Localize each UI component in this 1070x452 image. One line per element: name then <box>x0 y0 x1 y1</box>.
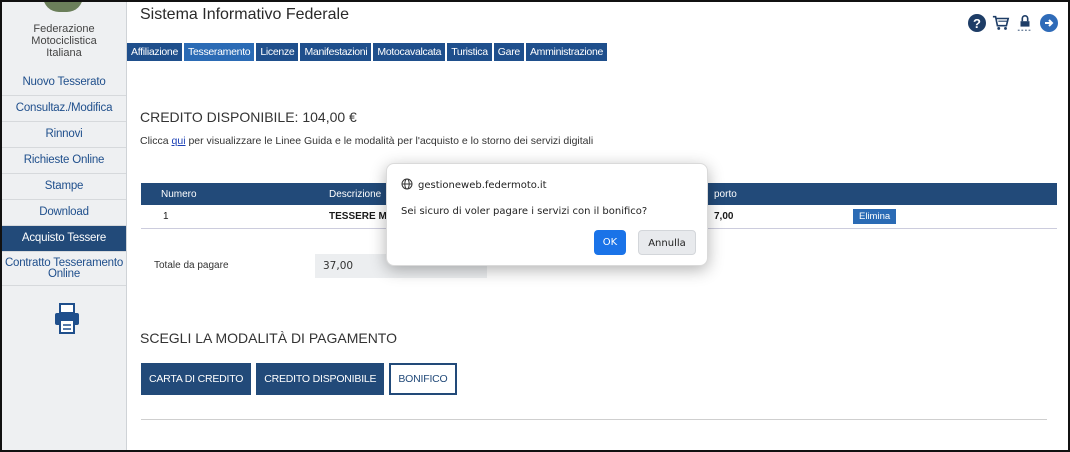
confirm-dialog: gestioneweb.federmoto.it Sei sicuro di v… <box>386 163 708 266</box>
app-window: Federazione Motociclistica Italiana Nuov… <box>0 0 1070 452</box>
printer-icon[interactable] <box>54 303 80 335</box>
exit-icon[interactable] <box>1040 14 1058 32</box>
top-tabs: Affiliazione Tesseramento Licenze Manife… <box>127 43 608 61</box>
cancel-button[interactable]: Annulla <box>638 230 696 255</box>
credit-title: CREDITO DISPONIBILE: 104,00 € <box>140 109 357 125</box>
divider <box>141 419 1047 420</box>
dialog-origin: gestioneweb.federmoto.it <box>401 178 547 193</box>
tab-turistica[interactable]: Turistica <box>447 43 492 61</box>
sidebar-item-rinnovi[interactable]: Rinnovi <box>2 122 126 148</box>
sidebar: Federazione Motociclistica Italiana Nuov… <box>2 2 127 450</box>
org-name-line-1: Federazione <box>33 23 95 35</box>
total-label: Totale da pagare <box>154 260 229 271</box>
dialog-message: Sei sicuro di voler pagare i servizi con… <box>401 206 648 217</box>
globe-icon <box>401 178 413 193</box>
sidebar-item-contratto-tesseramento[interactable]: Contratto Tesseramento Online <box>2 252 126 286</box>
tab-affiliazione[interactable]: Affiliazione <box>127 43 182 61</box>
tab-tesseramento[interactable]: Tesseramento <box>184 43 255 61</box>
sidebar-item-richieste-online[interactable]: Richieste Online <box>2 148 126 174</box>
sidebar-item-download[interactable]: Download <box>2 200 126 226</box>
dialog-origin-text: gestioneweb.federmoto.it <box>418 180 547 191</box>
org-name-line-2: Motociclistica <box>31 35 97 47</box>
tab-amministrazione[interactable]: Amministrazione <box>525 43 608 61</box>
bank-transfer-button[interactable]: BONIFICO <box>389 363 457 395</box>
available-credit-button[interactable]: CREDITO DISPONIBILE <box>256 363 385 395</box>
help-icon[interactable]: ? <box>968 14 986 32</box>
tab-manifestazioni[interactable]: Manifestazioni <box>300 43 372 61</box>
payment-title: SCEGLI LA MODALITÀ DI PAGAMENTO <box>140 330 397 346</box>
guidelines-link[interactable]: qui <box>172 135 186 147</box>
col-header-numero: Numero <box>161 189 197 200</box>
info-line: Clicca qui per visualizzare le Linee Gui… <box>140 135 593 147</box>
sidebar-item-consultaz-modifica[interactable]: Consultaz./Modifica <box>2 96 126 122</box>
col-header-descrizione: Descrizione <box>329 189 382 200</box>
sidebar-item-acquisto-tessere[interactable]: Acquisto Tessere <box>2 226 126 252</box>
sidebar-item-nuovo-tesserato[interactable]: Nuovo Tesserato <box>2 70 126 96</box>
logo-area: Federazione Motociclistica Italiana <box>2 2 126 70</box>
cart-icon[interactable] <box>992 14 1010 32</box>
org-name-line-3: Italiana <box>46 47 82 59</box>
info-prefix: Clicca <box>140 135 172 147</box>
tab-licenze[interactable]: Licenze <box>256 43 299 61</box>
payment-options: CARTA DI CREDITO CREDITO DISPONIBILE BON… <box>141 363 457 395</box>
app-title: Sistema Informativo Federale <box>140 6 349 23</box>
info-suffix: per visualizzare le Linee Guida e le mod… <box>185 135 594 147</box>
cell-importo: 7,00 <box>714 211 734 222</box>
credit-card-button[interactable]: CARTA DI CREDITO <box>141 363 252 395</box>
org-name: Federazione Motociclistica Italiana <box>2 23 126 59</box>
cell-numero: 1 <box>163 211 169 222</box>
lock-icon[interactable] <box>1016 14 1034 32</box>
sidebar-item-stampe[interactable]: Stampe <box>2 174 126 200</box>
col-header-importo: porto <box>714 189 737 200</box>
ok-button[interactable]: OK <box>594 230 626 255</box>
delete-button[interactable]: Elimina <box>853 209 897 224</box>
fmi-logo <box>43 2 83 12</box>
header-toolbar: ? <box>968 14 1058 32</box>
tab-gare[interactable]: Gare <box>493 43 524 61</box>
tab-motocavalcata[interactable]: Motocavalcata <box>373 43 446 61</box>
